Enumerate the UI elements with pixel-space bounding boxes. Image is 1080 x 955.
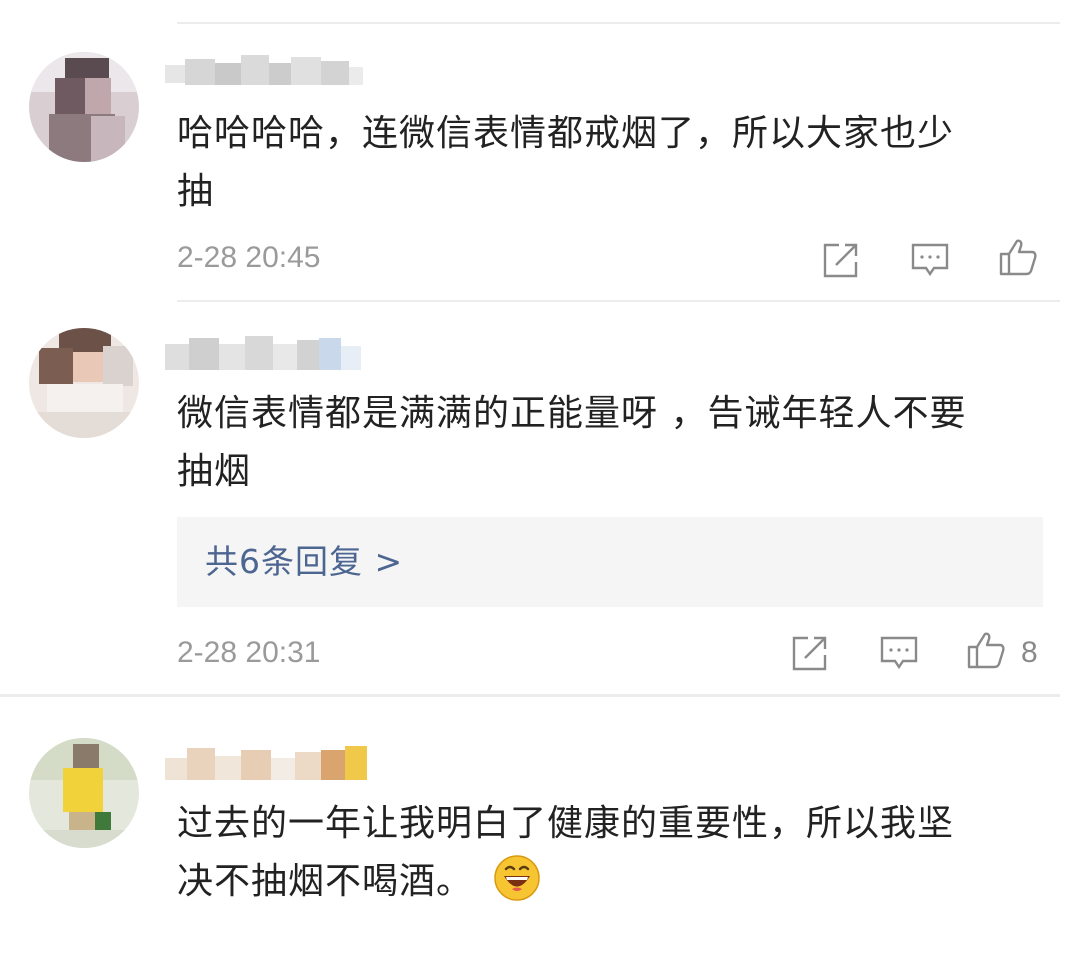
comment-divider	[0, 694, 1060, 697]
thumbs-up-icon[interactable]	[998, 237, 1038, 277]
share-icon[interactable]	[790, 633, 830, 673]
comment-list: 哈哈哈哈，连微信表情都戒烟了，所以大家也少 抽 2-28 20:45 微信表情都…	[0, 0, 1080, 955]
replies-count-label[interactable]: 共6条回复 >	[205, 541, 403, 583]
comment-icon[interactable]	[879, 633, 919, 673]
comment-timestamp: 2-28 20:31	[177, 636, 321, 669]
avatar[interactable]	[29, 738, 139, 848]
comment-text: 过去的一年让我明白了健康的重要性，所以我坚 决不抽烟不喝酒。	[177, 803, 955, 902]
avatar[interactable]	[29, 52, 139, 162]
grinning-face-emoji	[494, 855, 540, 901]
username-blurred[interactable]	[165, 740, 375, 786]
avatar[interactable]	[29, 328, 139, 438]
username-blurred[interactable]	[165, 330, 365, 376]
comment-text: 微信表情都是满满的正能量呀 ，告诫年轻人不要 抽烟	[177, 393, 967, 492]
comment-divider	[177, 300, 1060, 302]
share-icon[interactable]	[821, 240, 861, 280]
like-count: 8	[1021, 636, 1038, 669]
top-divider	[177, 22, 1060, 24]
view-replies-button[interactable]: 共6条回复 >	[177, 517, 1043, 607]
thumbs-up-icon[interactable]	[966, 630, 1006, 670]
comment-text: 哈哈哈哈，连微信表情都戒烟了，所以大家也少 抽	[177, 113, 955, 212]
comment-timestamp: 2-28 20:45	[177, 241, 321, 274]
comment-icon[interactable]	[910, 240, 950, 280]
username-blurred[interactable]	[165, 45, 365, 91]
